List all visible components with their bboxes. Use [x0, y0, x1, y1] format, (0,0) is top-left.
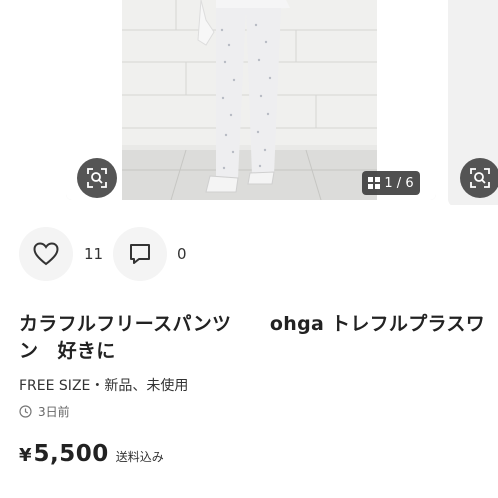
- comment-count: 0: [177, 245, 187, 263]
- photo-counter-label: 1 / 6: [384, 175, 414, 191]
- comment-button[interactable]: [113, 227, 167, 281]
- posted-time: 3日前: [19, 403, 70, 420]
- price: ¥ 5,500 送料込み: [19, 441, 164, 467]
- like-button[interactable]: [19, 227, 73, 281]
- image-carousel[interactable]: 1 / 6: [0, 0, 498, 205]
- zoom-search-icon: [470, 168, 490, 188]
- comment-icon: [130, 244, 150, 264]
- clock-icon: [19, 405, 32, 418]
- product-photo-image: [66, 0, 436, 200]
- action-bar: 11 0: [0, 227, 498, 283]
- zoom-button-next[interactable]: [460, 158, 498, 198]
- item-size-condition: FREE SIZE・新品、未使用: [19, 378, 189, 394]
- price-amount: 5,500: [33, 441, 109, 467]
- currency-symbol: ¥: [19, 445, 32, 466]
- posted-time-label: 3日前: [38, 405, 70, 419]
- product-photo[interactable]: [66, 0, 436, 200]
- photo-counter[interactable]: 1 / 6: [362, 171, 420, 195]
- item-title: カラフルフリースパンツ ohga トレフルプラスワン 好きに: [19, 313, 486, 362]
- like-count: 11: [84, 245, 104, 263]
- heart-icon: [33, 242, 59, 266]
- shipping-label: 送料込み: [115, 450, 164, 464]
- zoom-search-icon: [87, 168, 107, 188]
- grid-icon: [368, 177, 381, 189]
- zoom-button[interactable]: [77, 158, 117, 198]
